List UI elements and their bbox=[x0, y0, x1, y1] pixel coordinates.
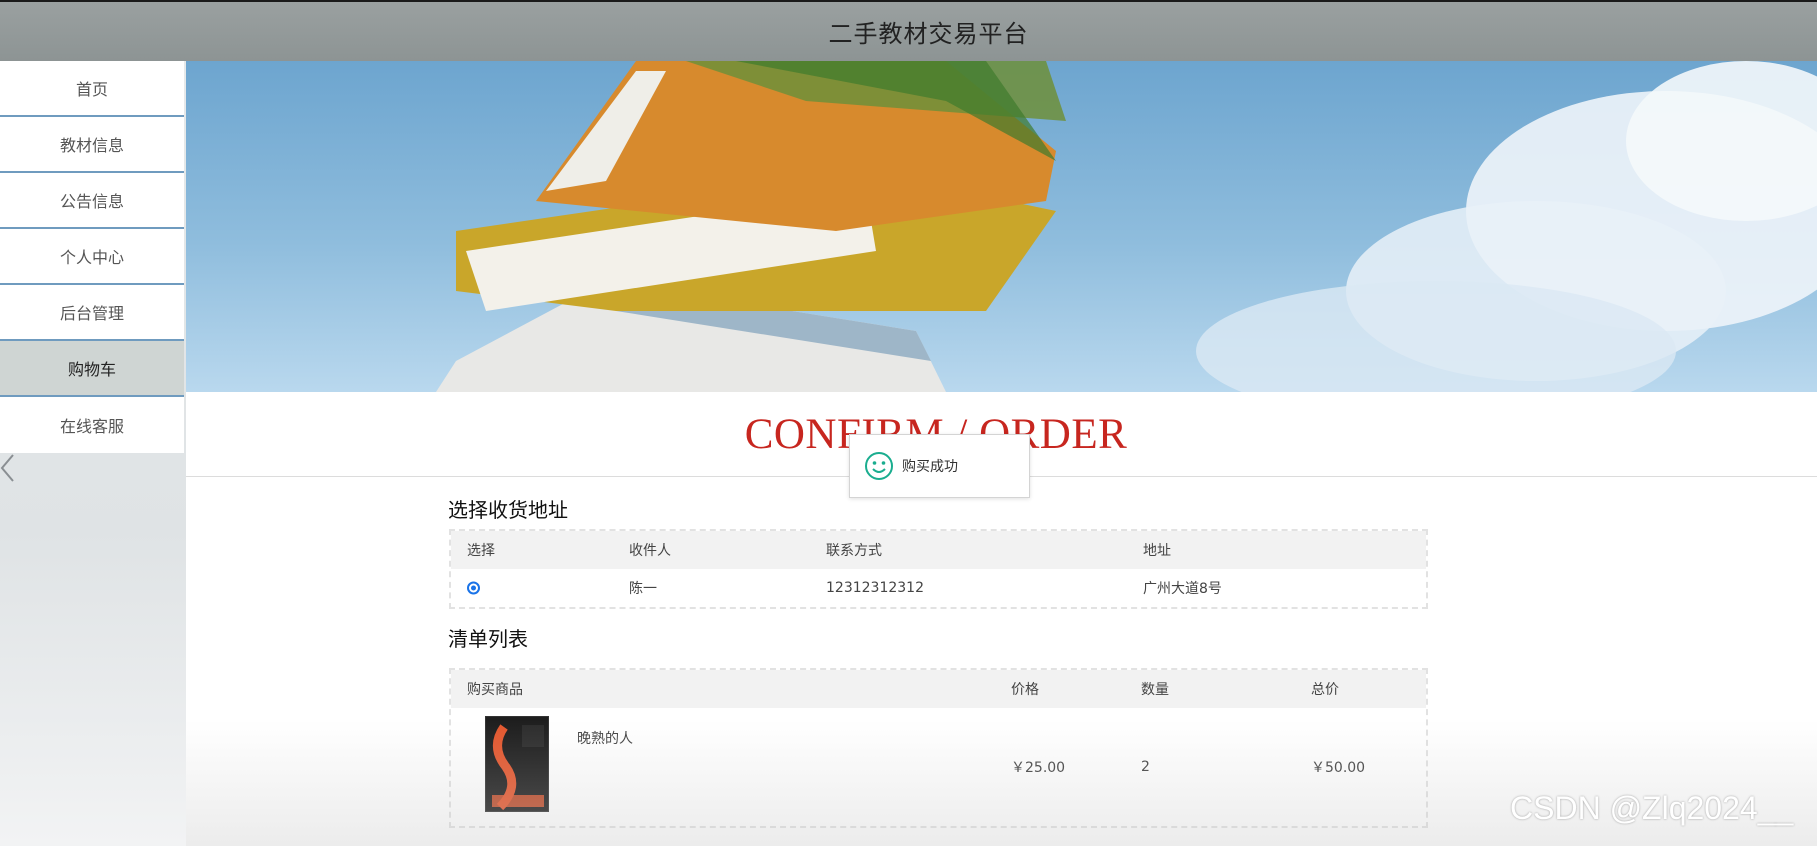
banner-image bbox=[186, 61, 1817, 392]
sidebar-item-admin[interactable]: 后台管理 bbox=[0, 285, 184, 341]
column-header: 联系方式 bbox=[826, 543, 882, 559]
phone-cell: 12312312312 bbox=[826, 580, 924, 596]
sidebar-item-label: 个人中心 bbox=[59, 248, 124, 267]
column-header: 价格 bbox=[1011, 682, 1039, 698]
sidebar-item-profile[interactable]: 个人中心 bbox=[0, 229, 184, 285]
sidebar-item-label: 购物车 bbox=[67, 360, 116, 379]
sidebar-item-label: 公告信息 bbox=[59, 192, 124, 211]
column-header: 收件人 bbox=[629, 543, 671, 559]
toast-message: 购买成功 bbox=[902, 459, 958, 475]
sidebar-nav: 首页 教材信息 公告信息 个人中心 后台管理 购物车 在线客服 bbox=[0, 61, 186, 453]
table-row: 陈一 12312312312 广州大道8号 bbox=[451, 569, 1426, 607]
column-header: 购买商品 bbox=[467, 682, 523, 698]
product-name[interactable]: 晚熟的人 bbox=[577, 728, 633, 748]
table-row: 晚熟的人 ￥25.00 2 ￥50.00 bbox=[451, 708, 1426, 826]
collapse-arrow-icon[interactable] bbox=[0, 453, 14, 483]
address-select-radio[interactable] bbox=[467, 581, 480, 595]
sidebar-item-label: 首页 bbox=[75, 80, 108, 99]
address-table: 选择 收件人 联系方式 地址 陈一 12312312312 广州大道8号 bbox=[449, 529, 1428, 609]
sidebar-item-textbooks[interactable]: 教材信息 bbox=[0, 117, 184, 173]
book-cover-image bbox=[485, 716, 549, 812]
column-header: 地址 bbox=[1143, 543, 1171, 559]
smile-icon bbox=[865, 452, 893, 480]
watermark: CSDN @Zlq2024__ bbox=[1510, 790, 1794, 826]
price-cell: ￥25.00 bbox=[1011, 760, 1066, 776]
sidebar-item-label: 在线客服 bbox=[59, 417, 124, 436]
sidebar-item-home[interactable]: 首页 bbox=[0, 61, 184, 117]
success-toast: 购买成功 bbox=[849, 434, 1030, 498]
sidebar-item-announcements[interactable]: 公告信息 bbox=[0, 173, 184, 229]
items-table: 购买商品 价格 数量 总价 晚熟的人 ￥25.00 2 ￥50.00 bbox=[449, 668, 1428, 828]
address-section-title: 选择收货地址 bbox=[448, 498, 568, 522]
recipient-cell: 陈一 bbox=[629, 581, 657, 597]
table-header: 选择 收件人 联系方式 地址 bbox=[451, 531, 1426, 569]
items-section-title: 清单列表 bbox=[448, 627, 528, 651]
table-header: 购买商品 价格 数量 总价 bbox=[451, 670, 1426, 708]
column-header: 总价 bbox=[1311, 682, 1339, 698]
quantity-cell: 2 bbox=[1141, 759, 1150, 775]
sidebar-item-support[interactable]: 在线客服 bbox=[0, 397, 184, 453]
sidebar: 首页 教材信息 公告信息 个人中心 后台管理 购物车 在线客服 bbox=[0, 61, 186, 846]
book-stack-illustration bbox=[436, 61, 1817, 392]
total-cell: ￥50.00 bbox=[1311, 760, 1366, 776]
top-header: 二手教材交易平台 bbox=[0, 0, 1817, 61]
column-header: 数量 bbox=[1141, 682, 1169, 698]
sidebar-item-label: 后台管理 bbox=[59, 304, 124, 323]
site-title: 二手教材交易平台 bbox=[828, 20, 1029, 48]
sidebar-item-label: 教材信息 bbox=[59, 136, 124, 155]
sidebar-item-cart[interactable]: 购物车 bbox=[0, 341, 184, 397]
address-cell: 广州大道8号 bbox=[1143, 581, 1222, 597]
column-header: 选择 bbox=[467, 543, 495, 559]
